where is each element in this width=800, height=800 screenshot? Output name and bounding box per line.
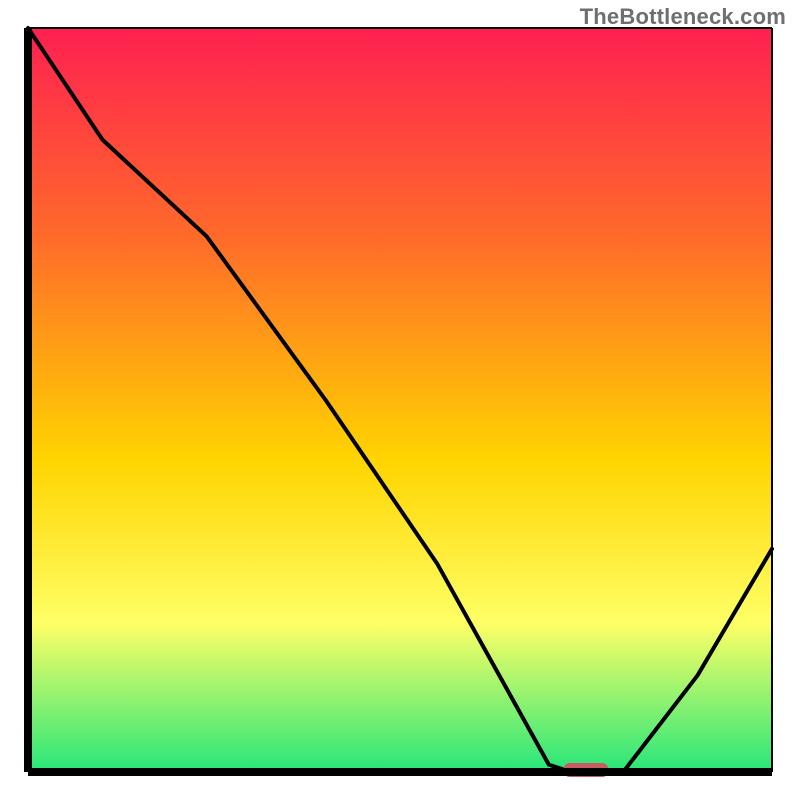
watermark-text: TheBottleneck.com [580, 4, 786, 30]
bottleneck-chart [0, 0, 800, 800]
plot-background [28, 28, 772, 772]
chart-container: TheBottleneck.com [0, 0, 800, 800]
